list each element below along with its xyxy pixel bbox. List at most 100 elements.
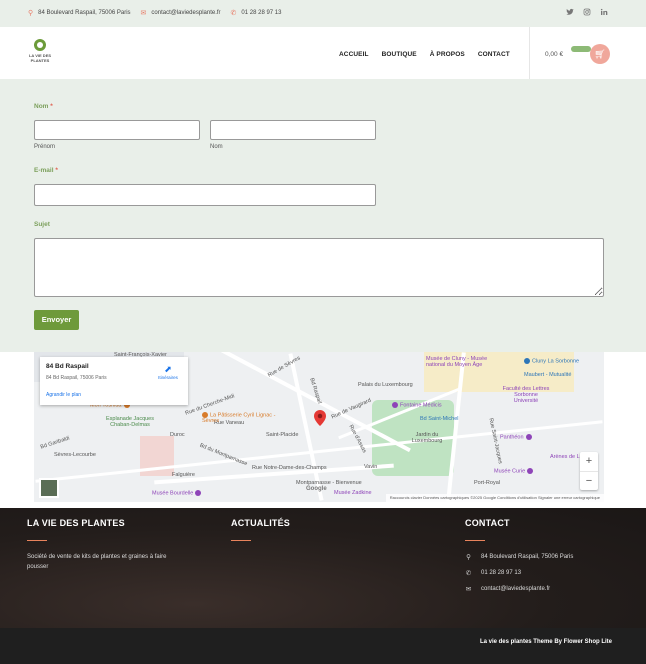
footer-col2-underline [231,540,251,541]
footer-col3-title: CONTACT [465,518,510,528]
top-bar: ⚲ 84 Boulevard Raspail, 75006 Paris ✉ co… [0,0,646,27]
google-map[interactable]: Rue de Sèvres Bd Raspail Rue de Vaugirar… [34,352,604,502]
footer-address-text: 84 Boulevard Raspail, 75006 Paris [481,554,574,560]
poi-faculte-des-lettres-label: Faculté des Lettres Sorbonne Université [502,386,550,404]
social-links [566,8,608,18]
poi-bd-saint-michel-label: Bd Saint-Michel [420,416,459,422]
footer-email-text[interactable]: contact@laviedesplante.fr [481,586,550,592]
first-name-input[interactable] [34,120,200,140]
cart-button[interactable]: 🛒︎ [590,44,610,64]
poi-jardin-du-luxembourg[interactable]: Jardin du Luxembourg [402,432,452,444]
top-email-text[interactable]: contact@laviedesplante.fr [151,10,220,16]
poi-musee-curie-label: Musée Curie [494,468,526,475]
top-email[interactable]: ✉ contact@laviedesplante.fr [141,9,221,17]
nav-contact[interactable]: CONTACT [478,51,510,58]
poi-musee-bourdelle[interactable]: Musée Bourdelle [152,490,203,496]
phone-icon: ✆ [230,10,237,17]
zoom-out-button[interactable]: − [580,471,598,490]
logo-line-2: PLANTES [30,58,50,63]
site-header: LA VIE DES PLANTES ACCUEIL BOUTIQUE À PR… [0,27,646,79]
poi-pantheon[interactable]: Panthéon [500,434,534,440]
poi-musee-curie[interactable]: Musée Curie [494,468,535,474]
subject-textarea[interactable] [34,238,604,297]
map-card-address: 84 Bd Raspail, 75006 Paris [46,375,107,381]
nav-boutique[interactable]: BOUTIQUE [382,51,417,58]
poi-maubert-mutualite-label: Maubert - Mutualité [524,372,572,378]
directions-icon: ⬈ [164,364,172,374]
site-logo[interactable]: LA VIE DES PLANTES [28,39,52,63]
nav-a-propos[interactable]: À PROPOS [430,51,465,58]
cart-count-badge [571,46,591,52]
zoom-in-button[interactable]: + [580,452,598,471]
last-name-input[interactable] [210,120,376,140]
map-label-bd-raspail: Bd Raspail [308,377,323,405]
poi-patisserie-cyril-lignac-label: La Pâtisserie Cyril Lignac - Sèvres [202,412,276,425]
map-label-notre-dame-des-champs: Rue Notre-Dame-des-Champs [252,465,327,471]
poi-faculte-des-lettres[interactable]: Faculté des Lettres Sorbonne Université [502,386,550,404]
poi-cluny-la-sorbonne[interactable]: Cluny La Sorbonne [524,358,579,364]
footer-email[interactable]: ✉ contact@laviedesplante.fr [465,585,550,593]
poi-duroc[interactable]: Duroc [170,432,185,438]
top-address-text: 84 Boulevard Raspail, 75006 Paris [38,10,131,16]
linkedin-icon[interactable] [600,8,608,18]
poi-fontaine-medicis[interactable]: Fontaine Médicis [392,402,442,408]
envelope-icon: ✉ [465,586,472,593]
poi-saint-placide[interactable]: Saint-Placide [266,432,298,438]
poi-bd-saint-michel[interactable]: Bd Saint-Michel [420,416,459,422]
top-phone[interactable]: ✆ 01 28 28 97 13 [231,9,282,17]
poi-musee-bourdelle-label: Musée Bourdelle [152,490,194,497]
map-directions-label: Itinéraires [158,375,178,380]
location-pin-icon: ⚲ [466,554,471,561]
name-label: Nom * [34,103,53,110]
poi-musee-zadkine[interactable]: Musée Zadkine [334,490,372,496]
footer-col1-title: LA VIE DES PLANTES [27,518,125,528]
envelope-icon: ✉ [140,10,147,17]
poi-maubert-mutualite[interactable]: Maubert - Mutualité [524,372,571,378]
instagram-icon[interactable] [583,8,591,18]
email-input[interactable] [34,184,376,206]
top-address: ⚲ 84 Boulevard Raspail, 75006 Paris [28,9,131,17]
send-button[interactable]: Envoyer [34,310,79,330]
footer-phone[interactable]: ✆ 01 28 28 97 13 [465,569,521,577]
poi-fontaine-medicis-label: Fontaine Médicis [400,402,442,409]
poi-patisserie-cyril-lignac[interactable]: La Pâtisserie Cyril Lignac - Sèvres [202,412,282,424]
cart-total[interactable]: 0,00 € [545,51,563,58]
poi-pantheon-label: Panthéon [500,434,524,441]
poi-palais-du-luxembourg[interactable]: Palais du Luxembourg [358,382,413,388]
first-name-sublabel: Prénom [34,144,56,150]
map-attribution[interactable]: Raccourcis clavier Données cartographiqu… [385,494,604,502]
poi-musee-de-cluny-label: Musée de Cluny - Musée national du Moyen… [426,356,488,368]
map-card-title: 84 Bd Raspail [46,363,89,370]
main-nav: ACCUEIL BOUTIQUE À PROPOS CONTACT [339,51,510,58]
top-bar-info: ⚲ 84 Boulevard Raspail, 75006 Paris ✉ co… [28,9,281,17]
leaf-logo-icon [34,39,46,51]
street-raspail [288,353,324,501]
location-pin-icon: ⚲ [28,10,34,17]
poi-musee-de-cluny[interactable]: Musée de Cluny - Musée national du Moyen… [426,356,506,368]
footer-address: ⚲ 84 Boulevard Raspail, 75006 Paris [465,553,573,561]
poi-vavin[interactable]: Vavin [364,464,377,470]
nav-accueil[interactable]: ACCUEIL [339,51,369,58]
phone-icon: ✆ [465,570,472,577]
top-phone-text[interactable]: 01 28 28 97 13 [241,10,281,16]
footer-bottom-bar: La vie des plantes Theme By Flower Shop … [0,628,646,664]
twitter-icon[interactable] [566,8,574,18]
map-label-bd-garibaldi: Bd Garibaldi [39,435,71,451]
map-zoom-controls: + − [580,452,598,490]
subject-label: Sujet [34,221,50,228]
footer-credit[interactable]: La vie des plantes Theme By Flower Shop … [480,639,612,645]
footer-phone-text[interactable]: 01 28 28 97 13 [481,570,521,576]
poi-esplanade-chaban-delmas[interactable]: Esplanade Jacques Chaban-Delmas [102,416,158,428]
poi-sevres-lecourbe[interactable]: Sèvres-Lecourbe [54,452,96,458]
poi-port-royal[interactable]: Port-Royal [474,480,500,486]
map-directions-button[interactable]: ⬈ Itinéraires [156,364,180,380]
map-info-card: 84 Bd Raspail 84 Bd Raspail, 75006 Paris… [40,357,188,405]
header-divider [529,27,530,79]
cart-icon: 🛒︎ [594,49,606,59]
map-marker-icon[interactable] [314,410,326,426]
footer-col2-title: ACTUALITÉS [231,518,290,528]
google-logo: Google [306,486,327,492]
satellite-toggle-thumbnail[interactable] [39,478,59,498]
map-card-larger-link[interactable]: Agrandir le plan [46,392,81,398]
poi-falguiere[interactable]: Falguière [172,472,195,478]
